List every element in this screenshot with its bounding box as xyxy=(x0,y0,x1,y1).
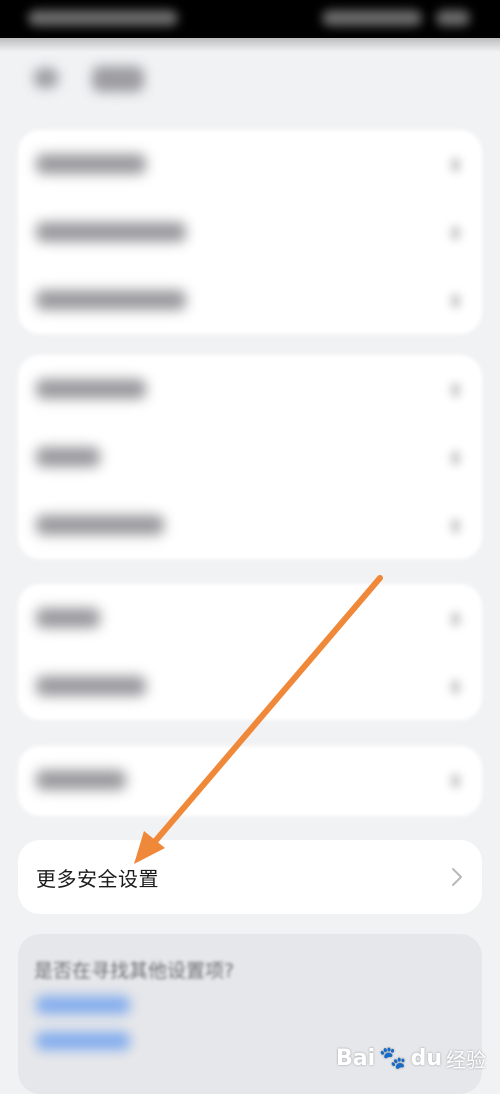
chevron-right-icon xyxy=(451,519,460,533)
settings-row-label xyxy=(36,608,100,628)
settings-row[interactable] xyxy=(18,746,482,814)
watermark-brand-suffix: du xyxy=(410,1046,442,1071)
settings-group-4 xyxy=(18,746,482,816)
chevron-right-icon xyxy=(451,612,460,626)
status-bar xyxy=(0,0,500,38)
chevron-right-icon xyxy=(451,774,460,788)
settings-row[interactable] xyxy=(18,355,482,423)
settings-row-label xyxy=(36,447,100,467)
chevron-right-icon xyxy=(451,451,460,465)
settings-group-1 xyxy=(18,130,482,334)
settings-group-2 xyxy=(18,355,482,559)
chevron-right-icon xyxy=(451,158,460,172)
suggestion-question: 是否在寻找其他设置项? xyxy=(34,960,235,982)
settings-row-label xyxy=(36,379,146,399)
settings-row[interactable] xyxy=(18,130,482,198)
app-header xyxy=(0,52,500,108)
watermark-sub: 经验 xyxy=(446,1048,486,1072)
back-arrow-icon[interactable] xyxy=(34,68,58,88)
suggestion-link[interactable] xyxy=(36,1032,130,1050)
battery-icon xyxy=(436,10,470,26)
settings-row[interactable] xyxy=(18,491,482,559)
status-shadow xyxy=(0,38,500,52)
chevron-right-icon xyxy=(451,680,460,694)
chevron-right-icon xyxy=(452,868,462,886)
settings-row[interactable] xyxy=(18,198,482,266)
settings-row-label xyxy=(36,222,186,242)
settings-row-label xyxy=(36,770,126,790)
settings-row[interactable] xyxy=(18,584,482,652)
chevron-right-icon xyxy=(451,294,460,308)
settings-row[interactable] xyxy=(18,423,482,491)
settings-row[interactable] xyxy=(18,652,482,720)
suggestion-link[interactable] xyxy=(36,996,130,1014)
settings-row-label xyxy=(36,676,146,696)
status-time-blurred xyxy=(28,10,178,26)
watermark-brand: Bai xyxy=(336,1046,376,1071)
status-icons-blurred xyxy=(322,10,422,26)
baidu-jingyan-watermark: Bai 🐾 du 经验 xyxy=(336,1044,486,1073)
page-title-blurred xyxy=(92,66,144,92)
settings-group-3 xyxy=(18,584,482,720)
chevron-right-icon xyxy=(451,383,460,397)
paw-icon: 🐾 xyxy=(379,1046,407,1071)
chevron-right-icon xyxy=(451,226,460,240)
more-security-settings-row[interactable]: 更多安全设置 xyxy=(18,840,482,914)
more-security-settings-label: 更多安全设置 xyxy=(36,866,159,891)
settings-row-label xyxy=(36,290,186,310)
settings-row-label xyxy=(36,154,146,174)
settings-row-label xyxy=(36,515,164,535)
settings-row[interactable] xyxy=(18,266,482,334)
